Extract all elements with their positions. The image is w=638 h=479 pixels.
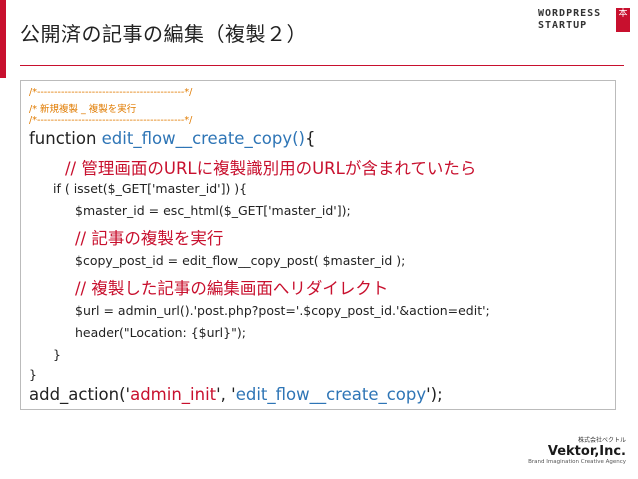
code-add-action-line: add_action('admin_init', 'edit_flow__cre…: [29, 385, 443, 404]
code-comment-heading: /* 新規複製 _ 複製を実行: [29, 104, 137, 115]
code-add-action-separator: ', ': [216, 385, 236, 404]
slide-title: 公開済の記事の編集（複製２）: [20, 22, 307, 46]
code-comment-redirect: // 複製した記事の編集画面へリダイレクト: [75, 279, 389, 298]
code-url-line: $url = admin_url().'post.php?post='.$cop…: [75, 303, 490, 318]
code-add-action-callback: edit_flow__create_copy: [235, 385, 427, 404]
code-function-name: edit_flow__create_copy(): [101, 129, 305, 148]
code-comment-rule-top: /*--------------------------------------…: [29, 87, 193, 98]
code-comment-url-check: // 管理画面のURLに複製識別用のURLが含まれていたら: [65, 159, 477, 178]
code-header-line: header("Location: {$url}");: [75, 325, 246, 340]
code-if-statement: if ( isset($_GET['master_id']) ){: [53, 181, 248, 196]
code-comment-run-copy: // 記事の複製を実行: [75, 229, 224, 248]
code-function-declaration: function edit_flow__create_copy(){: [29, 129, 315, 148]
code-function-open-brace: {: [304, 129, 316, 148]
code-add-action-prefix: add_action(': [29, 385, 131, 404]
code-close-function-brace: }: [29, 367, 37, 382]
title-accent-bar: [0, 0, 6, 78]
code-add-action-suffix: ');: [426, 385, 443, 404]
code-block: /*--------------------------------------…: [20, 80, 616, 410]
vektor-logo: 株式会社ベクトル Vektor,Inc. Brand Imagination C…: [526, 435, 626, 465]
vektor-company-name: Vektor,Inc.: [547, 444, 626, 459]
vektor-tagline: Brand Imagination Creative Agency: [528, 459, 626, 465]
code-close-if-brace: }: [53, 347, 61, 362]
code-master-id-line: $master_id = esc_html($_GET['master_id']…: [75, 203, 351, 218]
code-add-action-hook: admin_init: [130, 385, 217, 404]
vektor-japanese-name: 株式会社ベクトル: [577, 437, 626, 444]
wordpress-startup-logo: WORDPRESS STARTUP 本: [538, 8, 630, 48]
code-comment-rule-bottom: /*--------------------------------------…: [29, 115, 193, 126]
logo-badge: 本: [616, 8, 630, 32]
title-divider: [20, 65, 624, 66]
code-copy-post-line: $copy_post_id = edit_flow__copy_post( $m…: [75, 253, 406, 268]
code-function-keyword: function: [29, 129, 102, 148]
